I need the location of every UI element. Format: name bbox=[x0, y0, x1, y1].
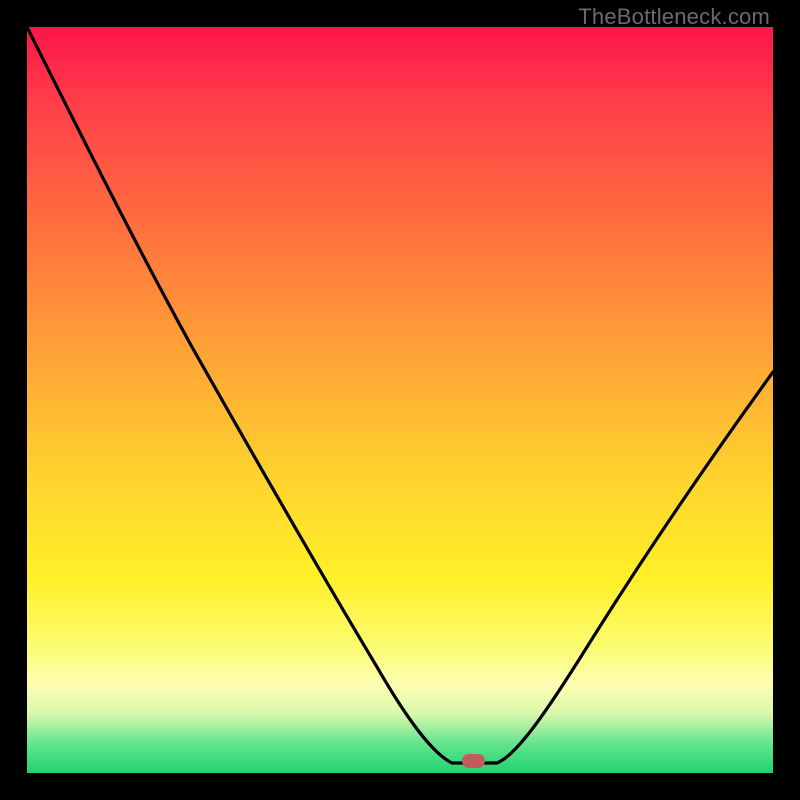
curve-path bbox=[27, 27, 773, 763]
bottleneck-curve bbox=[27, 27, 773, 773]
optimal-marker bbox=[462, 754, 485, 768]
watermark-text: TheBottleneck.com bbox=[578, 4, 770, 30]
chart-frame: TheBottleneck.com bbox=[0, 0, 800, 800]
plot-area bbox=[27, 27, 773, 773]
